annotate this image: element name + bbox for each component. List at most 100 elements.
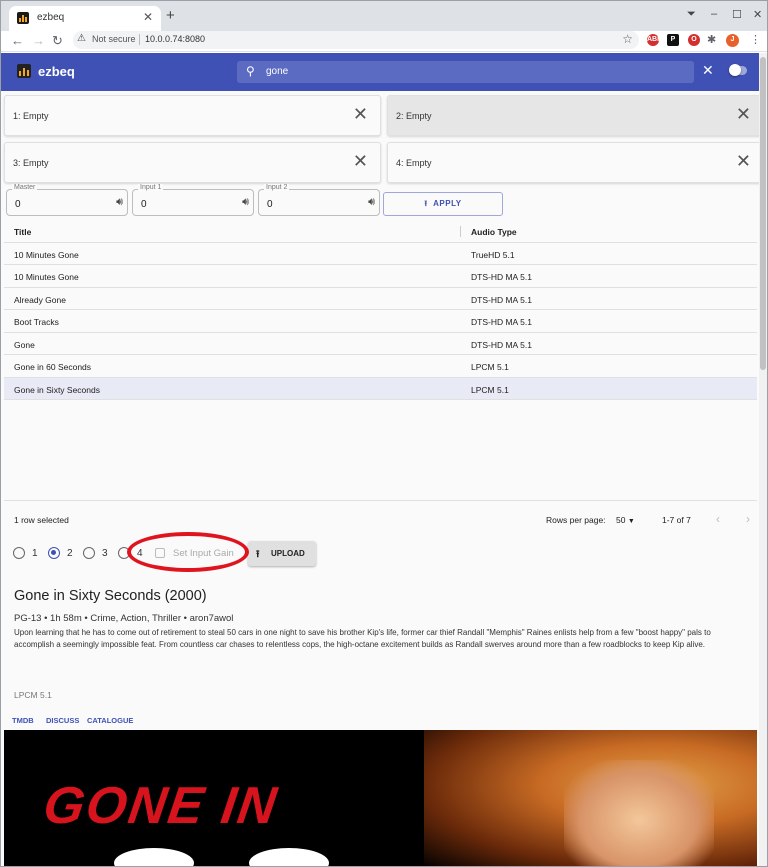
reload-icon[interactable]: ↻ [52, 33, 63, 49]
address-bar[interactable]: ⚠ Not secure 10.0.0.74:8080 ☆ [73, 31, 639, 49]
table-row[interactable]: Boot Tracks DTS-HD MA 5.1 [4, 310, 757, 333]
annotation-circle [127, 532, 249, 572]
movie-description: Upon learning that he has to come out of… [14, 628, 711, 649]
table-row[interactable]: Already Gone DTS-HD MA 5.1 [4, 288, 757, 310]
tab-search-icon[interactable]: ⏷ [687, 8, 696, 21]
address-divider [139, 34, 140, 45]
profile-avatar[interactable]: J [726, 34, 739, 47]
gain-value[interactable]: 0 [267, 199, 273, 210]
tab-close-icon[interactable]: ✕ [143, 10, 153, 24]
slot-radio-1[interactable] [13, 547, 25, 559]
poster-face [564, 760, 714, 866]
apply-label: APPLY [433, 199, 462, 208]
next-page-icon[interactable]: › [746, 512, 750, 526]
slot-radio-2[interactable] [48, 547, 60, 559]
movie-poster: GONE IN [4, 730, 757, 866]
forward-arrow-icon[interactable]: → [32, 33, 45, 48]
column-header-audio-type[interactable]: Audio Type [471, 227, 517, 237]
cell-title[interactable]: Gone [14, 340, 35, 350]
upload-button[interactable]: ⭱ UPLOAD [248, 541, 316, 566]
bookmark-star-icon[interactable]: ☆ [622, 32, 633, 46]
cell-audio-type[interactable]: DTS-HD MA 5.1 [471, 317, 532, 327]
movie-meta: PG-13 • 1h 58m • Crime, Action, Thriller… [14, 613, 234, 624]
volume-icon[interactable]: 🔊︎ [368, 196, 375, 209]
menu-kebab-icon[interactable]: ⋮ [750, 33, 761, 46]
security-label[interactable]: Not secure [92, 34, 136, 44]
table-row[interactable]: 10 Minutes Gone DTS-HD MA 5.1 [4, 265, 757, 288]
upload-arrow-icon: ⭱ [424, 199, 428, 208]
minimize-icon[interactable]: – [711, 8, 717, 20]
catalogue-link[interactable]: CATALOGUE [87, 716, 133, 725]
dropdown-arrow-icon[interactable]: ▼ [628, 518, 635, 525]
column-header-title[interactable]: Title [14, 227, 31, 237]
clear-slot-icon[interactable]: ✕ [736, 151, 751, 172]
clear-slot-icon[interactable]: ✕ [736, 104, 751, 125]
p-extension-icon[interactable]: P [667, 34, 679, 46]
slot-card-1[interactable]: 1: Empty ✕ [4, 95, 381, 136]
page-scrollbar[interactable] [759, 53, 767, 866]
gain-value[interactable]: 0 [15, 199, 21, 210]
poster-title-text: GONE IN [39, 777, 282, 835]
slot-card-4[interactable]: 4: Empty ✕ [387, 142, 759, 183]
cell-title[interactable]: Gone in Sixty Seconds [14, 385, 100, 395]
browser-tab[interactable]: ezbeq ✕ [9, 6, 161, 31]
table-row[interactable]: Gone in Sixty Seconds LPCM 5.1 [4, 377, 757, 400]
warning-icon[interactable]: ⚠ [77, 33, 86, 44]
table-footer: 1 row selected Rows per page: 50 ▼ 1-7 o… [4, 500, 757, 530]
table-row[interactable]: Gone DTS-HD MA 5.1 [4, 333, 757, 355]
slot-radio-label: 3 [102, 548, 108, 559]
scrollbar-thumb[interactable] [760, 57, 766, 370]
cell-title[interactable]: 10 Minutes Gone [14, 250, 79, 260]
url-text[interactable]: 10.0.0.74:8080 [145, 34, 205, 44]
cell-audio-type[interactable]: LPCM 5.1 [471, 385, 509, 395]
cell-title[interactable]: Already Gone [14, 295, 66, 305]
upload-arrow-icon: ⭱ [256, 549, 260, 560]
discuss-link[interactable]: DISCUSS [46, 716, 79, 725]
search-field[interactable]: ⚲ gone [237, 61, 694, 83]
extensions-puzzle-icon[interactable]: ✱ [707, 33, 716, 46]
clear-slot-icon[interactable]: ✕ [353, 104, 368, 125]
master-gain-field[interactable]: Master 0 🔊︎ [6, 184, 128, 216]
cell-title[interactable]: Boot Tracks [14, 317, 59, 327]
new-tab-button[interactable]: + [166, 7, 175, 24]
slot-card-2[interactable]: 2: Empty ✕ [387, 95, 759, 136]
input1-gain-field[interactable]: Input 1 0 🔊︎ [132, 184, 254, 216]
toggle-knob[interactable] [729, 64, 741, 76]
apply-button[interactable]: ⭱ APPLY [383, 192, 503, 216]
o-extension-icon[interactable]: O [688, 34, 700, 46]
input2-gain-field[interactable]: Input 2 0 🔊︎ [258, 184, 380, 216]
slot-radio-3[interactable] [83, 547, 95, 559]
volume-icon[interactable]: 🔊︎ [116, 196, 123, 209]
cell-title[interactable]: Gone in 60 Seconds [14, 362, 91, 372]
app-name: ezbeq [38, 64, 75, 79]
cell-audio-type[interactable]: TrueHD 5.1 [471, 250, 515, 260]
ezbeq-favicon-icon [17, 12, 29, 24]
slot-card-3[interactable]: 3: Empty ✕ [4, 142, 381, 183]
cell-audio-type[interactable]: DTS-HD MA 5.1 [471, 272, 532, 282]
ezbeq-logo-icon [17, 64, 31, 78]
browser-window: ezbeq ✕ + ⏷ – ☐ ✕ ← → ↻ ⚠ Not secure 10.… [0, 0, 768, 867]
gain-value[interactable]: 0 [141, 199, 147, 210]
table-row[interactable]: Gone in 60 Seconds LPCM 5.1 [4, 355, 757, 378]
clear-search-icon[interactable]: ✕ [702, 62, 714, 79]
tab-strip: ezbeq ✕ + ⏷ – ☐ ✕ [1, 1, 767, 31]
back-arrow-icon[interactable]: ← [11, 33, 24, 48]
clear-slot-icon[interactable]: ✕ [353, 151, 368, 172]
volume-icon[interactable]: 🔊︎ [242, 196, 249, 209]
adblock-extension-icon[interactable]: ABP [647, 34, 662, 46]
cell-audio-type[interactable]: DTS-HD MA 5.1 [471, 295, 532, 305]
cell-audio-type[interactable]: DTS-HD MA 5.1 [471, 340, 532, 350]
table-row[interactable]: 10 Minutes Gone TrueHD 5.1 [4, 243, 757, 265]
previous-page-icon[interactable]: ‹ [716, 512, 720, 526]
table-header-row: Title Audio Type [4, 220, 757, 243]
movie-title: Gone in Sixty Seconds (2000) [14, 588, 207, 604]
mode-toggle[interactable] [729, 64, 747, 76]
rows-per-page-value[interactable]: 50 [616, 515, 625, 525]
rows-per-page-select[interactable]: 50 ▼ [616, 515, 635, 525]
cell-audio-type[interactable]: LPCM 5.1 [471, 362, 509, 372]
window-close-icon[interactable]: ✕ [753, 8, 762, 21]
cell-title[interactable]: 10 Minutes Gone [14, 272, 79, 282]
tmdb-link[interactable]: TMDB [12, 716, 34, 725]
search-input[interactable]: gone [266, 66, 288, 77]
maximize-icon[interactable]: ☐ [732, 8, 742, 21]
